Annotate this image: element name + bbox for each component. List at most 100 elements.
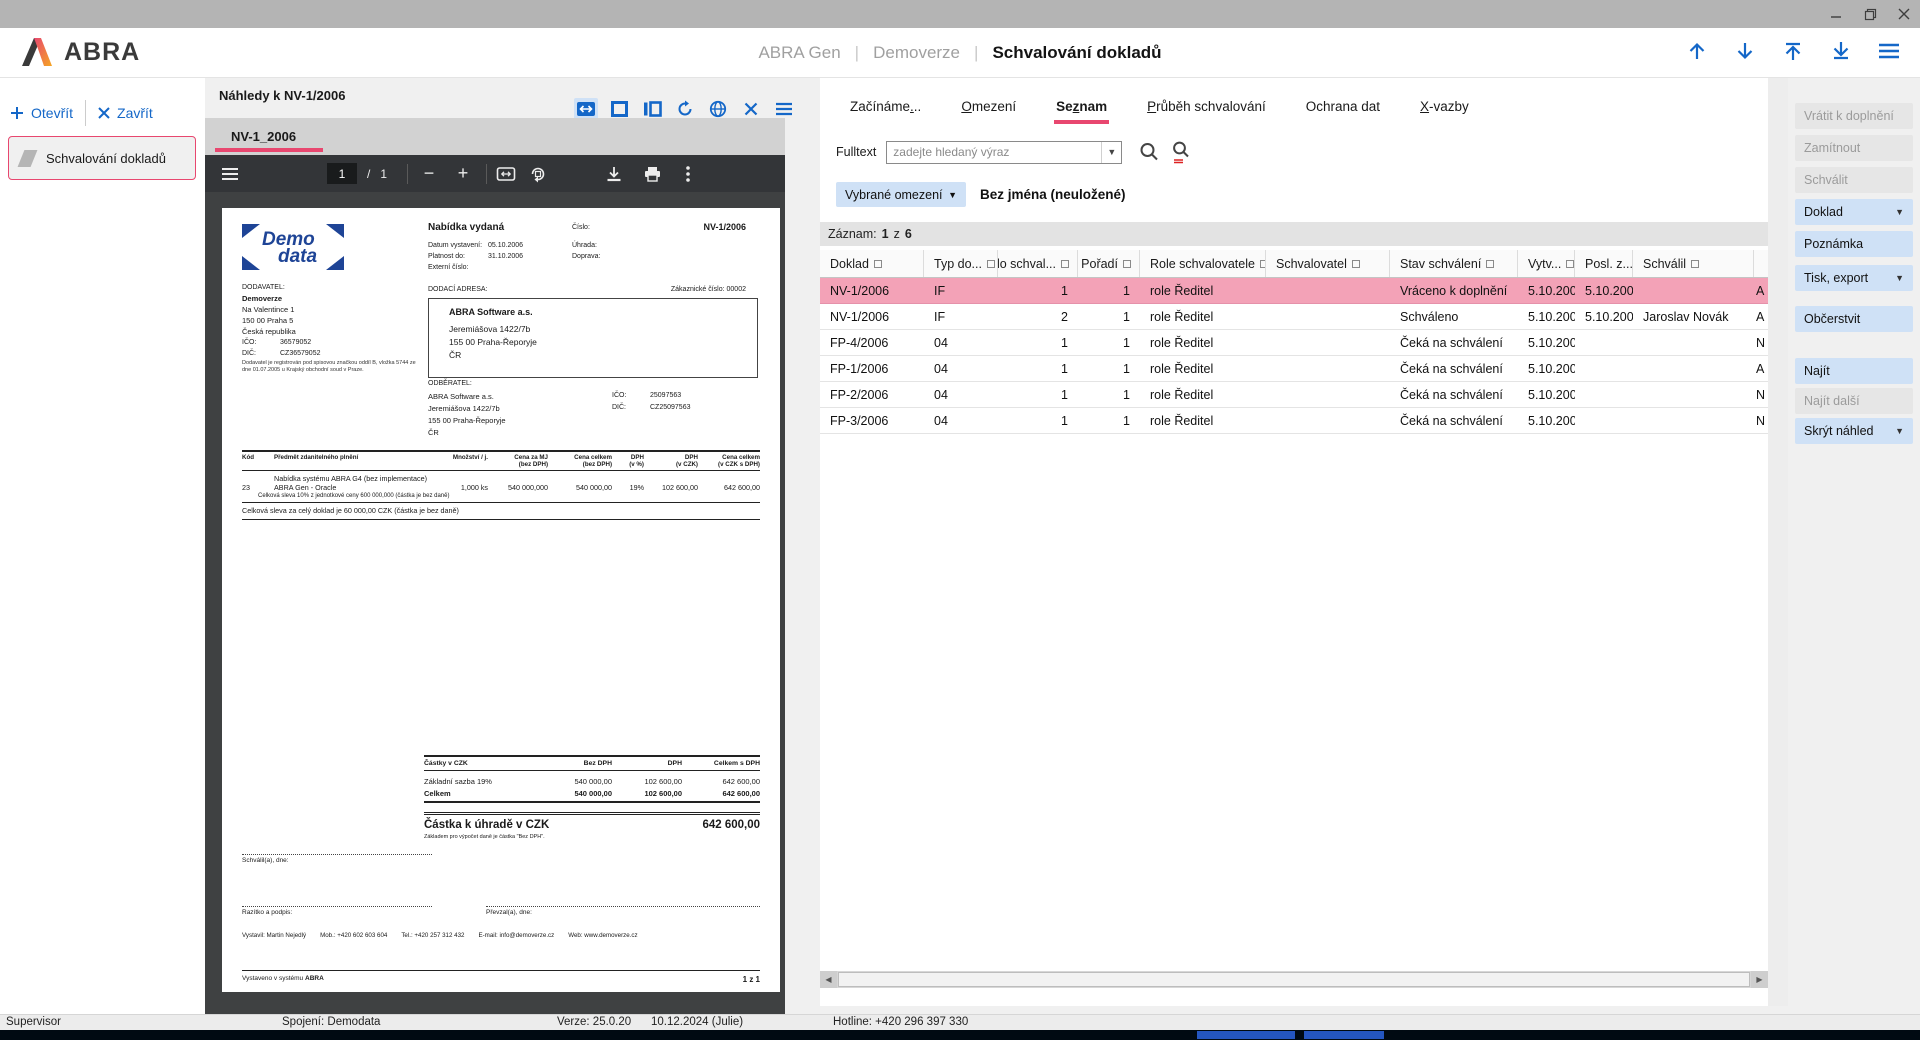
invoice-number-label: Číslo: <box>572 224 590 231</box>
column-menu-icon[interactable] <box>1486 260 1494 268</box>
restore-icon[interactable] <box>1862 6 1878 22</box>
page-number-input[interactable]: 1 <box>327 163 357 184</box>
nav-down-icon[interactable] <box>1732 38 1758 64</box>
approval-panel: Začínáme... Omezení Seznam Průběh schval… <box>820 78 1768 1006</box>
close-tab-button[interactable]: Zavřít <box>98 105 153 121</box>
page-divider: / <box>367 167 370 181</box>
table-row[interactable]: FP-3/20060411role ŘeditelČeká na schvále… <box>820 408 1768 434</box>
download-icon[interactable] <box>601 161 627 187</box>
split-pane-icon[interactable] <box>640 98 664 120</box>
status-hotline: Hotline: +420 296 397 330 <box>833 1016 968 1028</box>
preview-tabbar: NV-1_2006 <box>205 118 785 155</box>
fulltext-combo[interactable]: ▼ <box>886 141 1122 164</box>
more-options-icon[interactable] <box>675 161 701 187</box>
table-row[interactable]: NV-1/2006IF21role ŘeditelSchváleno5.10.2… <box>820 304 1768 330</box>
close-preview-icon[interactable] <box>739 98 763 120</box>
fulltext-dropdown-icon[interactable]: ▼ <box>1101 142 1121 163</box>
scrollbar-thumb[interactable] <box>838 972 1750 987</box>
tab-seznam[interactable]: Seznam <box>1040 86 1123 126</box>
delivery-address-label: DODACÍ ADRESA: <box>428 286 488 293</box>
table-row[interactable]: FP-1/20060411role ŘeditelČeká na schvále… <box>820 356 1768 382</box>
taskbar-peek <box>0 1030 1920 1040</box>
find-next-button: Najít další <box>1795 388 1913 414</box>
sidebar-item-label: Schvalování dokladů <box>46 151 166 166</box>
open-button-label: Otevřít <box>31 105 73 121</box>
invoice-footer: Vystaveno v systému ABRA 1 z 1 <box>242 970 760 984</box>
divider <box>85 100 86 126</box>
main-menu-icon[interactable] <box>1876 38 1902 64</box>
customer-block: ODBĚRATEL: ABRA Software a.s. Jeremiášov… <box>242 380 760 442</box>
tab-ochrana-dat[interactable]: Ochrana dat <box>1290 86 1396 126</box>
window-titlebar[interactable] <box>0 0 1920 28</box>
invoice-summary: Částky v CZK Bez DPH DPH Celkem s DPH Zá… <box>424 755 760 840</box>
panel-divider <box>1768 78 1788 1006</box>
note-button[interactable]: Poznámka <box>1795 231 1913 257</box>
table-row[interactable]: FP-4/20060411role ŘeditelČeká na schvále… <box>820 330 1768 356</box>
column-menu-icon[interactable] <box>1123 260 1131 268</box>
horizontal-scrollbar[interactable]: ◀ ▶ <box>820 971 1768 988</box>
nav-last-icon[interactable] <box>1828 38 1854 64</box>
column-menu-icon[interactable] <box>1566 260 1574 268</box>
tab-prubeh-schvalovani[interactable]: Průběh schvalování <box>1131 86 1282 126</box>
minimize-icon[interactable] <box>1828 6 1844 22</box>
restriction-name: Bez jména (neuložené) <box>980 187 1126 202</box>
column-menu-icon[interactable] <box>1061 260 1069 268</box>
return-for-completion-button: Vrátit k doplnění <box>1795 103 1913 129</box>
active-tab-underline <box>215 148 323 152</box>
amount-due-label: Částka k úhradě v CZK <box>424 819 549 831</box>
status-user: Supervisor <box>6 1016 61 1028</box>
fit-width-icon[interactable] <box>574 98 598 120</box>
scroll-left-icon[interactable]: ◀ <box>820 971 837 988</box>
tab-x-vazby[interactable]: X-vazby <box>1404 86 1485 126</box>
rotate-page-icon[interactable] <box>525 161 551 187</box>
scroll-right-icon[interactable]: ▶ <box>1751 971 1768 988</box>
breadcrumb: ABRA Gen | Demoverze | Schvalování dokla… <box>0 28 1920 78</box>
sidebar-toggle-icon[interactable] <box>217 161 243 187</box>
invoice-items-table: Kód Předmět zdanitelného plnění Množství… <box>242 450 760 520</box>
table-row[interactable]: NV-1/2006IF11role ŘeditelVráceno k dopln… <box>820 278 1768 304</box>
status-connection: Spojení: Demodata <box>282 1016 380 1028</box>
nav-up-icon[interactable] <box>1684 38 1710 64</box>
column-menu-icon[interactable] <box>874 260 882 268</box>
column-menu-icon[interactable] <box>987 260 995 268</box>
table-row[interactable]: FP-2/20060411role ŘeditelČeká na schvále… <box>820 382 1768 408</box>
refresh-button[interactable]: Občerstvit <box>1795 306 1913 332</box>
print-export-button[interactable]: Tisk, export▼ <box>1795 265 1913 291</box>
taskbar-segment <box>1197 1031 1295 1039</box>
breadcrumb-connection: Demoverze <box>873 43 960 63</box>
register-note: Dodavatel je registrován pod spisovou zn… <box>242 360 417 375</box>
page-title: Schvalování dokladů <box>992 43 1161 63</box>
search-icon[interactable] <box>1138 141 1160 163</box>
find-button[interactable]: Najít <box>1795 358 1913 384</box>
sidebar-item-schvalovani-dokladu[interactable]: Schvalování dokladů <box>8 136 196 180</box>
column-menu-icon[interactable] <box>1352 260 1360 268</box>
left-sidebar: Otevřít Zavřít Schvalování dokladů <box>0 78 205 1014</box>
document-button[interactable]: Doklad▼ <box>1795 199 1913 225</box>
search-advanced-icon[interactable] <box>1170 140 1192 164</box>
preview-menu-icon[interactable] <box>772 98 796 120</box>
fulltext-label: Fulltext <box>836 145 876 159</box>
open-button[interactable]: Otevřít <box>10 105 73 121</box>
document-preview-page: Demo data Nabídka vydaná Číslo: NV-1/200… <box>222 208 780 992</box>
chevron-down-icon: ▼ <box>1895 273 1904 283</box>
tab-zaciname[interactable]: Začínáme... <box>834 86 937 126</box>
tab-omezeni[interactable]: Omezení <box>945 86 1032 126</box>
print-icon[interactable] <box>639 161 665 187</box>
column-menu-icon[interactable] <box>1691 260 1699 268</box>
reject-button: Zamítnout <box>1795 135 1913 161</box>
chevron-down-icon: ▼ <box>1895 426 1904 436</box>
customer-number: Zákaznické číslo: 00002 <box>671 286 746 293</box>
fulltext-input[interactable] <box>887 145 1101 159</box>
zoom-out-button[interactable]: − <box>416 161 442 187</box>
supplier-label: DODAVATEL: <box>242 284 285 291</box>
hide-preview-button[interactable]: Skrýt náhled▼ <box>1795 418 1913 444</box>
zoom-in-button[interactable]: + <box>450 161 476 187</box>
single-pane-icon[interactable] <box>607 98 631 120</box>
fit-page-icon[interactable] <box>493 161 519 187</box>
grid-header[interactable]: Doklad Typ do... Kolo schval... Pořadí R… <box>820 250 1768 278</box>
selected-restriction-button[interactable]: Vybrané omezení ▼ <box>836 182 966 207</box>
nav-first-icon[interactable] <box>1780 38 1806 64</box>
close-icon[interactable] <box>1896 6 1912 22</box>
globe-icon[interactable] <box>706 98 730 120</box>
rotate-icon[interactable] <box>673 98 697 120</box>
